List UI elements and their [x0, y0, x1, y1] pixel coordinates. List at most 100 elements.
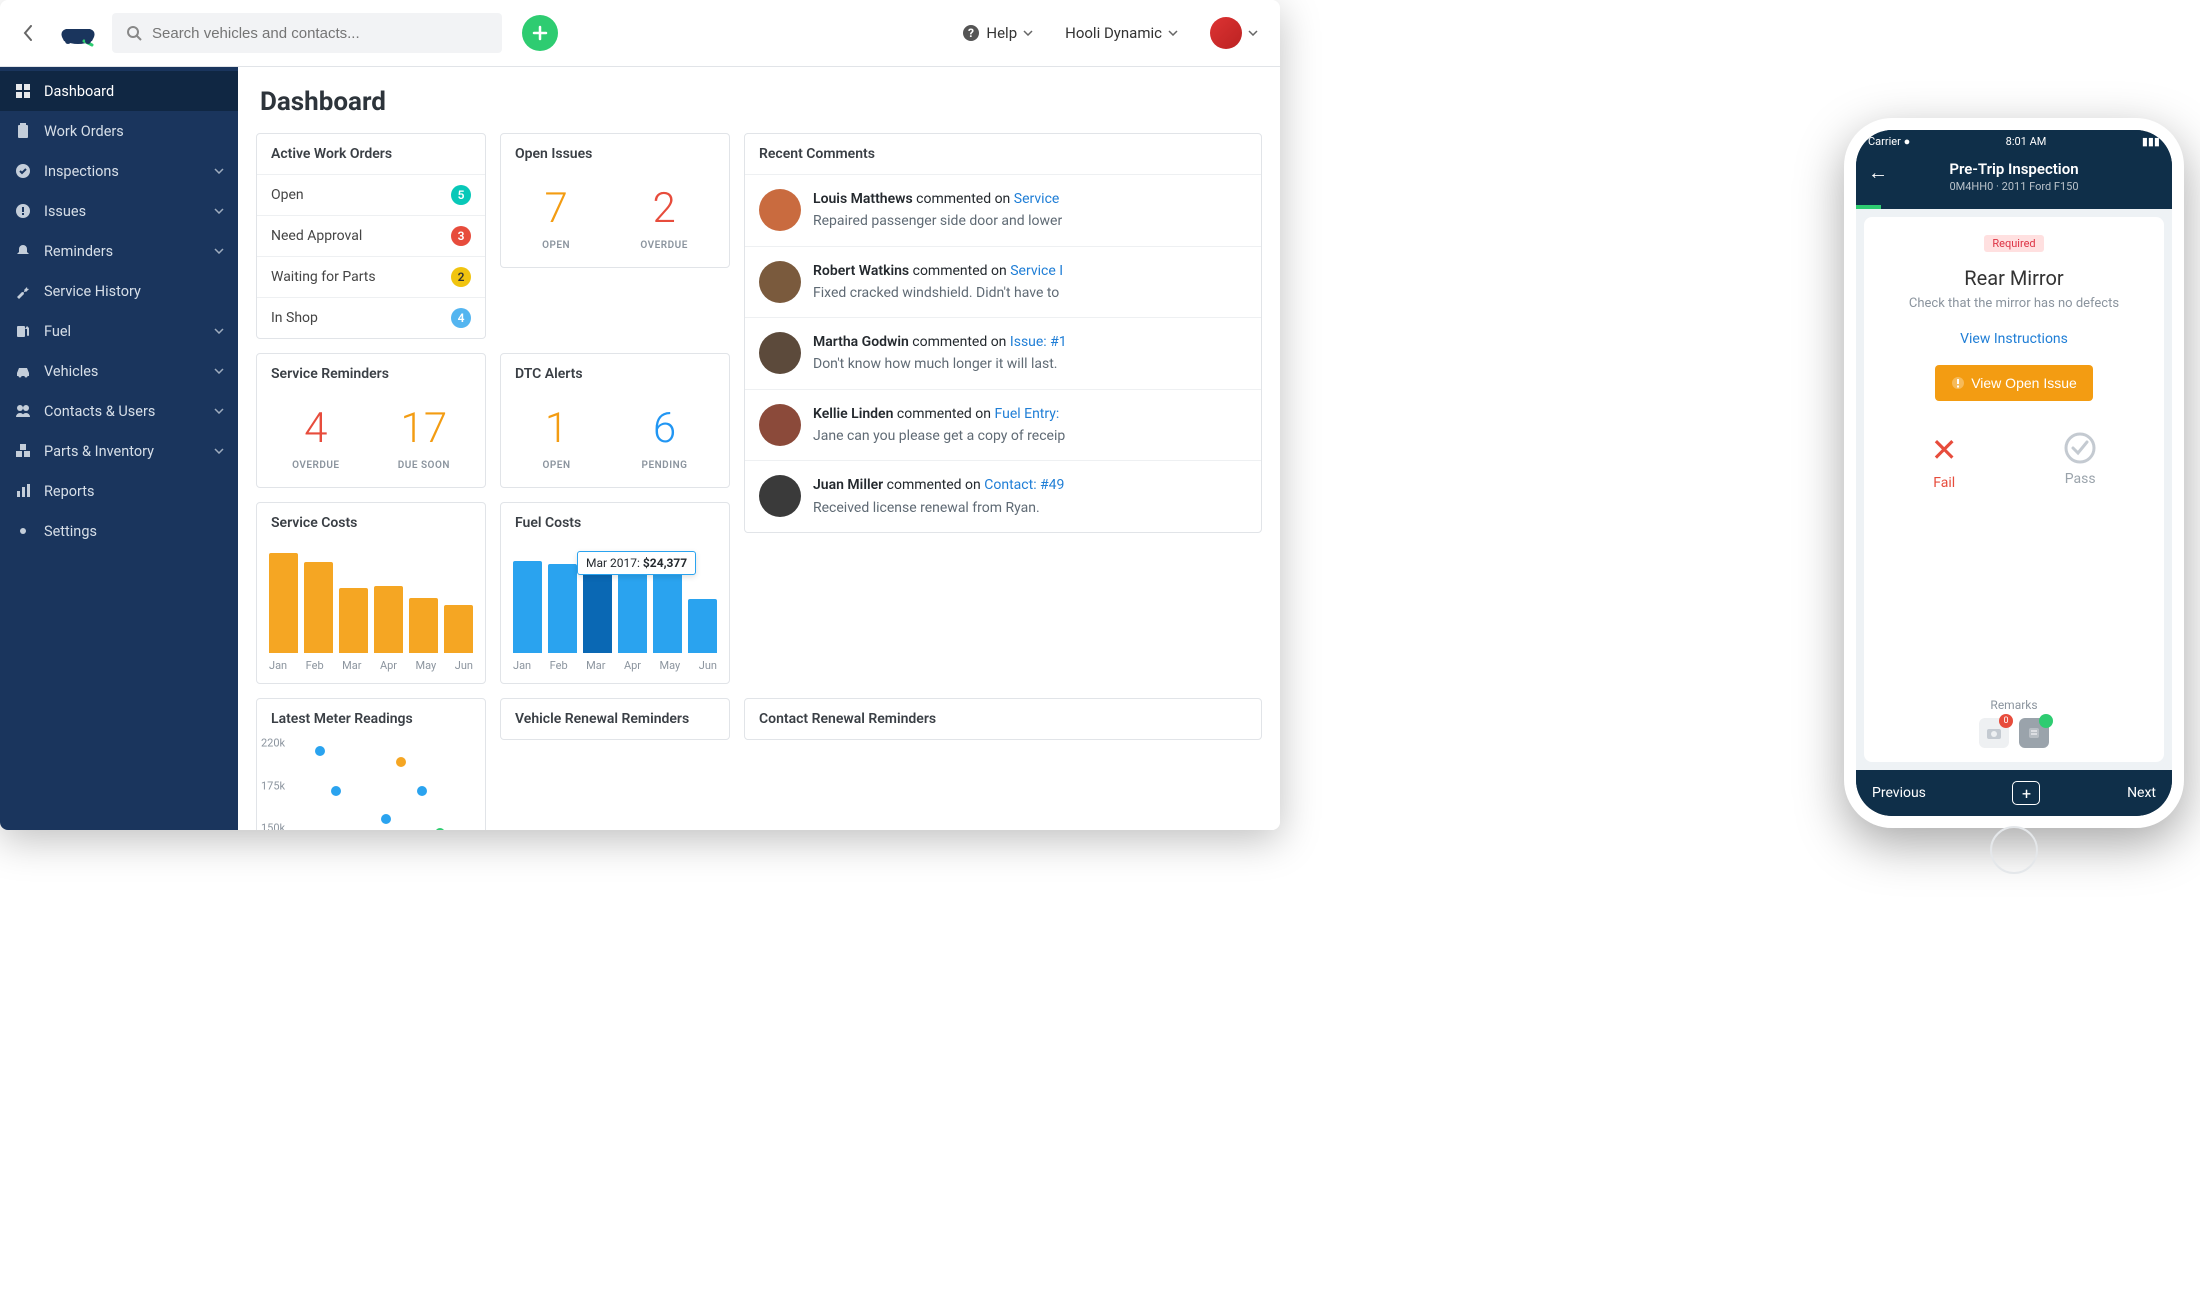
count-badge: 5 [451, 185, 471, 205]
data-point[interactable] [331, 786, 341, 796]
comment-body: Don't know how much longer it will last. [813, 354, 1067, 374]
recent-comments-card: Recent Comments Louis Matthews commented… [744, 133, 1262, 533]
comment-body: Fixed cracked windshield. Didn't have to [813, 283, 1063, 303]
axis-label: Jan [513, 659, 531, 672]
comment-body: Received license renewal from Ryan. [813, 498, 1064, 518]
work-order-row[interactable]: In Shop4 [257, 297, 485, 338]
data-point[interactable] [435, 828, 445, 830]
help-menu[interactable]: ? Help [952, 24, 1043, 42]
page-title: Dashboard [238, 67, 1280, 133]
stat[interactable]: 4OVERDUE [292, 408, 340, 471]
home-button[interactable] [1990, 826, 2038, 874]
bar[interactable] [444, 605, 473, 653]
count-badge: 2 [451, 267, 471, 287]
comment-link[interactable]: Contact: #49 [984, 477, 1064, 493]
next-button[interactable]: Next [2127, 785, 2156, 801]
sidebar-item-settings[interactable]: Settings [0, 511, 238, 551]
comment-item[interactable]: Kellie Linden commented on Fuel Entry:Ja… [745, 389, 1261, 461]
stat-label: OVERDUE [292, 460, 340, 471]
previous-button[interactable]: Previous [1872, 785, 1926, 801]
comment-item[interactable]: Martha Godwin commented on Issue: #1Don'… [745, 317, 1261, 389]
card-title: Contact Renewal Reminders [745, 699, 1261, 739]
pass-button[interactable]: Pass [2063, 431, 2097, 491]
user-menu[interactable] [1200, 17, 1268, 49]
camera-icon [1986, 726, 2002, 740]
sidebar-item-vehicles[interactable]: Vehicles [0, 351, 238, 391]
comment-item[interactable]: Robert Watkins commented on Service IFix… [745, 246, 1261, 318]
bar[interactable] [304, 562, 333, 653]
chevron-down-icon [214, 328, 224, 334]
sidebar-item-label: Reports [44, 483, 95, 500]
sidebar-item-reminders[interactable]: Reminders [0, 231, 238, 271]
note-button[interactable] [2019, 718, 2049, 748]
work-order-row[interactable]: Need Approval3 [257, 215, 485, 256]
vehicle-renewal-card: Vehicle Renewal Reminders [500, 698, 730, 740]
comment-item[interactable]: Juan Miller commented on Contact: #49Rec… [745, 460, 1261, 532]
axis-label: Feb [550, 659, 568, 672]
chevron-down-icon [1023, 30, 1033, 36]
bar[interactable] [269, 553, 298, 653]
stat[interactable]: 6PENDING [642, 408, 688, 471]
add-button[interactable] [522, 15, 558, 51]
sidebar-item-work-orders[interactable]: Work Orders [0, 111, 238, 151]
view-open-issue-button[interactable]: View Open Issue [1935, 365, 2093, 401]
work-order-row[interactable]: Open5 [257, 174, 485, 215]
add-note-button[interactable]: + [2012, 781, 2040, 805]
search-field[interactable] [112, 13, 502, 53]
bar[interactable] [513, 561, 542, 653]
bar[interactable] [688, 599, 717, 653]
sidebar-item-parts-inventory[interactable]: Parts & Inventory [0, 431, 238, 471]
sidebar-item-issues[interactable]: Issues [0, 191, 238, 231]
comment-link[interactable]: Fuel Entry: [995, 406, 1060, 422]
sidebar-item-fuel[interactable]: Fuel [0, 311, 238, 351]
comment-item[interactable]: Louis Matthews commented on ServiceRepai… [745, 174, 1261, 246]
bar[interactable] [653, 568, 682, 653]
bar[interactable] [548, 564, 577, 653]
camera-button[interactable]: 0 [1979, 718, 2009, 748]
comment-author: Martha Godwin [813, 334, 909, 350]
fuel-costs-card: Fuel Costs Mar 2017: $24,377 JanFebMarAp… [500, 502, 730, 684]
sidebar-item-contacts-users[interactable]: Contacts & Users [0, 391, 238, 431]
card-title: Open Issues [501, 134, 729, 174]
bar[interactable] [618, 573, 647, 653]
search-input[interactable] [152, 25, 488, 42]
phone-title: Pre-Trip Inspection [1866, 160, 2162, 178]
comment-link[interactable]: Issue: #1 [1010, 334, 1067, 350]
comment-link[interactable]: Service I [1010, 263, 1063, 279]
data-point[interactable] [381, 814, 391, 824]
sidebar-item-inspections[interactable]: Inspections [0, 151, 238, 191]
bar[interactable] [374, 586, 403, 653]
axis-tick: 220k [261, 737, 285, 750]
car-icon [14, 363, 32, 379]
inspection-item-title: Rear Mirror [1878, 266, 2150, 290]
chevron-down-icon [214, 168, 224, 174]
data-point[interactable] [417, 786, 427, 796]
stat[interactable]: 1OPEN [543, 408, 571, 471]
card-title: Recent Comments [745, 134, 1261, 174]
org-menu[interactable]: Hooli Dynamic [1055, 24, 1188, 42]
data-point[interactable] [396, 757, 406, 767]
open-issues-card: Open Issues 7OPEN 2OVERDUE [500, 133, 730, 268]
avatar [759, 332, 801, 374]
sidebar-item-service-history[interactable]: Service History [0, 271, 238, 311]
avatar [759, 404, 801, 446]
card-title: Latest Meter Readings [257, 699, 485, 739]
bar[interactable] [339, 588, 368, 653]
stat[interactable]: 7OPEN [542, 188, 570, 251]
back-button[interactable] [12, 17, 44, 49]
view-instructions-link[interactable]: View Instructions [1878, 331, 2150, 347]
chevron-down-icon [1168, 30, 1178, 36]
bar[interactable] [409, 598, 438, 653]
sidebar-item-dashboard[interactable]: Dashboard [0, 71, 238, 111]
avatar [759, 189, 801, 231]
sidebar-item-reports[interactable]: Reports [0, 471, 238, 511]
stat[interactable]: 2OVERDUE [640, 188, 688, 251]
meter-readings-card: Latest Meter Readings 220k175k150k125k10… [256, 698, 486, 830]
count-badge: 4 [451, 308, 471, 328]
data-point[interactable] [315, 746, 325, 756]
comment-link[interactable]: Service [1014, 191, 1060, 207]
fail-button[interactable]: ✕ Fail [1931, 431, 1958, 491]
stat[interactable]: 17DUE SOON [398, 408, 450, 471]
work-order-row[interactable]: Waiting for Parts2 [257, 256, 485, 297]
axis-label: Jun [455, 659, 473, 672]
